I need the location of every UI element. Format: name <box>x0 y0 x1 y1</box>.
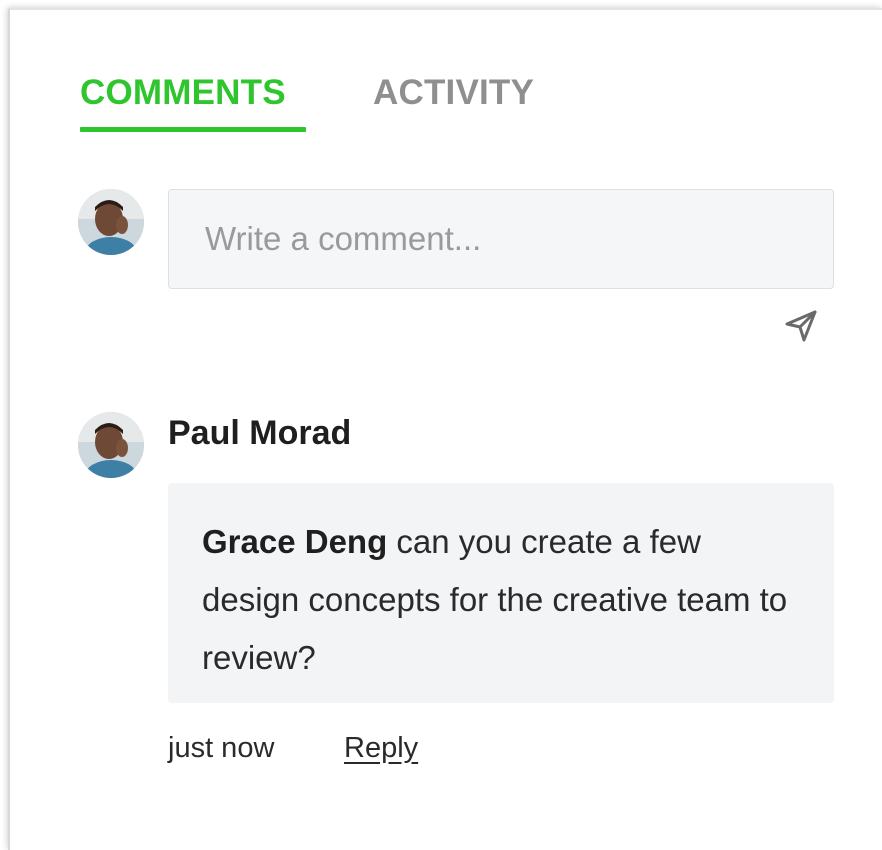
comments-panel: COMMENTS ACTIVITY Paul Morad Grace Den <box>8 8 882 850</box>
tab-activity[interactable]: ACTIVITY <box>373 72 534 114</box>
comment-bubble: Grace Deng can you create a few design c… <box>168 483 834 703</box>
comment-input[interactable] <box>168 189 834 289</box>
send-paper-plane-icon[interactable] <box>781 305 821 345</box>
active-tab-indicator <box>80 127 306 132</box>
tab-comments[interactable]: COMMENTS <box>80 72 286 114</box>
comment-timestamp: just now <box>168 732 275 764</box>
user-photo-icon <box>78 412 144 478</box>
comment-author-avatar <box>78 412 144 478</box>
current-user-avatar <box>78 189 144 255</box>
comment-author-name: Paul Morad <box>168 414 352 452</box>
reply-link[interactable]: Reply <box>344 732 418 765</box>
mention-link[interactable]: Grace Deng <box>202 523 387 560</box>
user-photo-icon <box>78 189 144 255</box>
